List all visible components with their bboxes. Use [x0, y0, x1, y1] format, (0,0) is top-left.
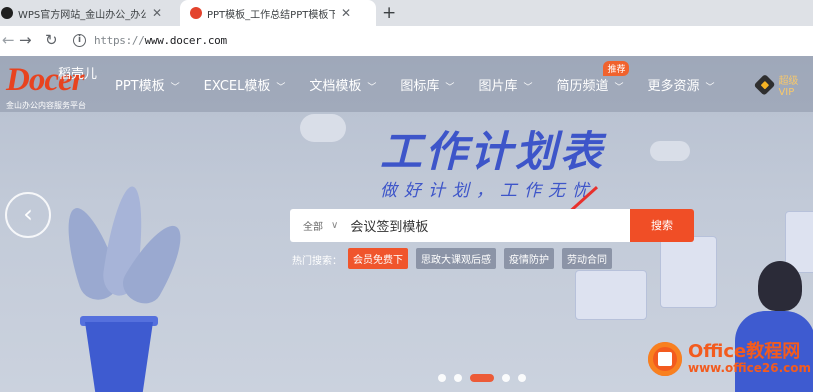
- carousel-dot[interactable]: [518, 374, 526, 382]
- docer-favicon-icon: [190, 7, 202, 19]
- chevron-down-icon: ﹀: [445, 83, 455, 93]
- hot-tag[interactable]: 会员免费下: [348, 248, 408, 269]
- office-logo-icon: [648, 342, 682, 376]
- nav-item-excel[interactable]: EXCEL模板 ﹀: [204, 75, 286, 94]
- close-icon[interactable]: ✕: [152, 6, 162, 20]
- office26-watermark: Office教程网 www.office26.com: [648, 342, 811, 376]
- person-head-illustration: [758, 261, 802, 311]
- cloud-illustration: [300, 114, 346, 142]
- nav-item-label: EXCEL模板: [203, 79, 271, 94]
- address-bar[interactable]: https://www.docer.com: [94, 34, 227, 47]
- chevron-down-icon[interactable]: ∨: [331, 220, 338, 231]
- url-host: www.docer.com: [144, 34, 228, 47]
- back-arrow-icon[interactable]: ←: [2, 31, 15, 49]
- chevron-down-icon: ﹀: [170, 83, 180, 93]
- nav-item-label: 简历频道: [556, 79, 609, 94]
- hot-tag[interactable]: 疫情防护: [504, 248, 554, 269]
- carousel-prev-button[interactable]: ‹: [5, 192, 51, 238]
- carousel-dot[interactable]: [454, 374, 462, 382]
- chevron-down-icon: ﹀: [705, 83, 715, 93]
- nav-item-more[interactable]: 更多资源 ﹀: [648, 75, 715, 94]
- carousel-dot[interactable]: [502, 374, 510, 382]
- hero-slogan: 做好计划，工作无忧: [380, 181, 596, 201]
- nav-item-label: 文档模板: [309, 79, 362, 94]
- super-vip-link[interactable]: 超级VIP: [753, 72, 813, 98]
- search-scope-select[interactable]: 全部: [303, 218, 323, 233]
- chart-card-illustration: [575, 270, 647, 320]
- nav-menu: PPT模板 ﹀ EXCEL模板 ﹀ 文档模板 ﹀ 图标库 ﹀ 图片库 ﹀ 简历频道 ﹀ 推荐 …: [115, 61, 739, 94]
- watermark-text: Office教程网 www.office26.com: [688, 341, 812, 376]
- vip-label: 超级VIP: [778, 76, 799, 98]
- nav-item-label: 图标库: [400, 79, 440, 94]
- wps-favicon-icon: [1, 7, 13, 19]
- watermark-line2: www.office26.com: [688, 361, 812, 375]
- vip-diamond-icon: [753, 73, 776, 97]
- plant-pot-illustration: [85, 322, 153, 392]
- nav-item-label: 更多资源: [647, 79, 700, 94]
- hot-tag[interactable]: 劳动合同: [562, 248, 612, 269]
- browser-tabstrip: WPS官方网站_金山办公_办公软件 ✕ PPT模板_工作总结PPT模板下载_ ✕…: [0, 0, 813, 26]
- logo-cn-text: 稻壳儿: [58, 67, 98, 82]
- close-icon[interactable]: ✕: [341, 6, 351, 20]
- browser-toolbar: ← → ↻ i https://www.docer.com: [0, 26, 813, 57]
- nav-item-ppt[interactable]: PPT模板 ﹀: [115, 75, 180, 94]
- chevron-down-icon: ﹀: [614, 83, 624, 93]
- chevron-down-icon: ﹀: [367, 83, 377, 93]
- site-info-icon[interactable]: i: [73, 34, 86, 47]
- new-tab-button[interactable]: +: [382, 3, 396, 23]
- nav-item-label: 图片库: [478, 79, 518, 94]
- site-navbar: Docer 稻壳儿 金山办公内容服务平台 PPT模板 ﹀ EXCEL模板 ﹀ 文档模…: [0, 56, 813, 112]
- logo-subtitle: 金山办公内容服务平台: [6, 101, 86, 110]
- chevron-down-icon: ﹀: [276, 83, 286, 93]
- hero-title: 工作计划表: [380, 127, 606, 176]
- nav-item-doc[interactable]: 文档模板 ﹀: [309, 75, 376, 94]
- nav-item-icons[interactable]: 图标库 ﹀: [400, 75, 454, 94]
- search-button[interactable]: 搜索: [630, 209, 694, 242]
- watermark-line1: Office教程网: [688, 341, 801, 362]
- recommend-badge: 推荐: [603, 61, 630, 76]
- browser-tab-wps[interactable]: WPS官方网站_金山办公_办公软件 ✕: [0, 0, 176, 26]
- nav-item-label: PPT模板: [115, 79, 165, 94]
- hot-search-tags: 会员免费下 思政大课观后感 疫情防护 劳动合同: [348, 248, 620, 269]
- url-scheme: https://: [94, 34, 145, 47]
- tab-title: PPT模板_工作总结PPT模板下载_: [207, 9, 335, 21]
- forward-arrow-icon[interactable]: →: [19, 31, 32, 49]
- document-card-illustration: [660, 236, 717, 308]
- nav-item-resume[interactable]: 简历频道 ﹀ 推荐: [556, 61, 630, 94]
- browser-tab-docer[interactable]: PPT模板_工作总结PPT模板下载_ ✕: [180, 0, 376, 26]
- chevron-down-icon: ﹀: [523, 83, 533, 93]
- hot-tag[interactable]: 思政大课观后感: [416, 248, 496, 269]
- reload-icon[interactable]: ↻: [45, 31, 58, 49]
- nav-item-images[interactable]: 图片库 ﹀: [478, 75, 532, 94]
- carousel-dot-active[interactable]: [470, 374, 494, 382]
- docer-page: Docer 稻壳儿 金山办公内容服务平台 PPT模板 ﹀ EXCEL模板 ﹀ 文档模…: [0, 56, 813, 392]
- tab-title: WPS官方网站_金山办公_办公软件: [18, 9, 146, 21]
- hot-search-label: 热门搜索：: [292, 256, 342, 267]
- carousel-dot[interactable]: [438, 374, 446, 382]
- search-box: 全部 ∨: [290, 209, 630, 242]
- cloud-illustration: [650, 141, 690, 161]
- search-input[interactable]: [348, 217, 613, 234]
- carousel-dots: [438, 374, 534, 382]
